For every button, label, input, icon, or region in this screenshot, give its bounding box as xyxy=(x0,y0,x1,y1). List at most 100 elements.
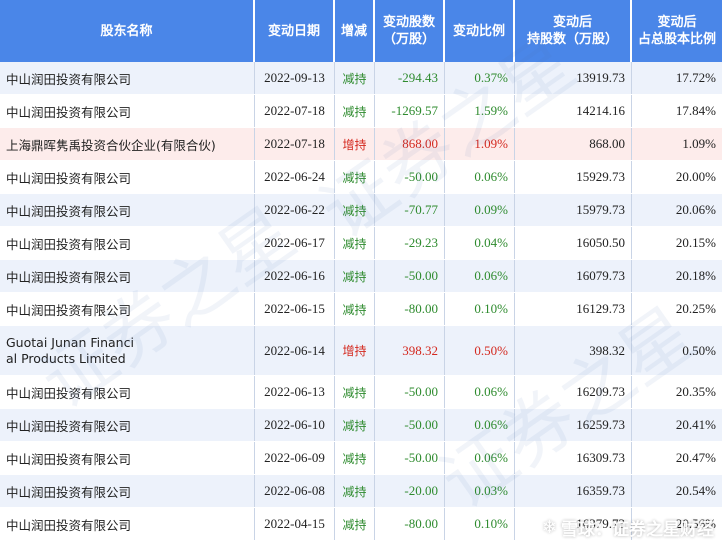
cell-change-ratio: 0.10% xyxy=(445,508,515,540)
cell-change-shares: -80.00 xyxy=(375,508,445,540)
cell-ratio-after: 20.54% xyxy=(675,483,716,498)
header-label: 变动股数 xyxy=(382,15,435,30)
header-ratio-after: 变动后 占总股本比例 xyxy=(632,0,722,62)
cell-shareholder-name: 中山润田投资有限公司 xyxy=(0,293,255,325)
header-label: 股东名称 xyxy=(100,23,153,39)
cell-change-shares: 868.00 xyxy=(375,128,445,160)
cell-change-shares: -50.00 xyxy=(375,161,445,193)
cell-shares-after: 16079.73 xyxy=(515,260,632,292)
cell-ratio-after: 20.41% xyxy=(675,417,716,432)
cell-change-date: 2022-06-17 xyxy=(255,227,335,259)
cell-change-ratio: 0.03% xyxy=(445,475,515,507)
table-row: 中山润田投资有限公司 2022-06-17 减持 -29.23 0.04% 16050.5… xyxy=(0,227,722,260)
table-row: 中山润田投资有限公司 2022-09-13 减持 -294.43 0.37% 13919.… xyxy=(0,62,722,95)
cell-change-ratio: 0.06% xyxy=(445,161,515,193)
cell-change-ratio: 0.06% xyxy=(445,442,515,474)
cell-shareholder-name: 中山润田投资有限公司 xyxy=(0,227,255,259)
cell-change-date: 2022-07-18 xyxy=(255,95,335,127)
table-header: 股东名称 变动日期 增减 变动股数 （万股） 变动比例 变动后 持股数（万股） 变动后 占总股本比… xyxy=(0,0,722,62)
header-label: 变动日期 xyxy=(267,23,320,39)
cell-change-date: 2022-06-15 xyxy=(255,293,335,325)
cell-change-type: 减持 xyxy=(335,409,375,441)
cell-change-date: 2022-06-16 xyxy=(255,260,335,292)
cell-change-ratio: 1.59% xyxy=(445,95,515,127)
cell-change-type: 减持 xyxy=(335,194,375,226)
cell-ratio-after: 20.18% xyxy=(675,268,716,283)
cell-shares-after: 868.00 xyxy=(515,128,632,160)
cell-change-date: 2022-07-18 xyxy=(255,128,335,160)
cell-change-shares: -1269.57 xyxy=(375,95,445,127)
cell-change-type: 减持 xyxy=(335,161,375,193)
cell-shareholder-name: 中山润田投资有限公司 xyxy=(0,409,255,441)
header-label: 增减 xyxy=(340,23,367,39)
cell-change-type: 减持 xyxy=(335,475,375,507)
cell-change-ratio: 0.06% xyxy=(445,376,515,408)
cell-change-date: 2022-06-10 xyxy=(255,409,335,441)
cell-change-date: 2022-06-14 xyxy=(255,326,335,375)
cell-ratio-after: 20.00% xyxy=(675,169,716,184)
table-row: 中山润田投资有限公司 2022-06-22 减持 -70.77 0.09% 15979.7… xyxy=(0,194,722,227)
cell-ratio-after: 20.56% xyxy=(675,516,716,531)
cell-change-date: 2022-06-22 xyxy=(255,194,335,226)
cell-change-shares: -50.00 xyxy=(375,376,445,408)
header-shareholder-name: 股东名称 xyxy=(0,0,255,62)
cell-change-ratio: 0.37% xyxy=(445,62,515,94)
cell-change-date: 2022-06-09 xyxy=(255,442,335,474)
cell-change-shares: -70.77 xyxy=(375,194,445,226)
cell-change-ratio: 0.04% xyxy=(445,227,515,259)
header-change-type: 增减 xyxy=(335,0,375,62)
cell-shareholder-name: 中山润田投资有限公司 xyxy=(0,376,255,408)
table-row: 中山润田投资有限公司 2022-07-18 减持 -1269.57 1.59% 14214… xyxy=(0,95,722,128)
cell-shareholder-name: 中山润田投资有限公司 xyxy=(0,475,255,507)
header-shares-after: 变动后 持股数（万股） xyxy=(515,0,632,62)
cell-change-type: 减持 xyxy=(335,376,375,408)
cell-ratio-after: 20.06% xyxy=(675,202,716,217)
cell-change-date: 2022-06-24 xyxy=(255,161,335,193)
table-row: 中山润田投资有限公司 2022-06-13 减持 -50.00 0.06% 16209.7… xyxy=(0,376,722,409)
cell-change-ratio: 0.06% xyxy=(445,260,515,292)
cell-shareholder-name: 中山润田投资有限公司 xyxy=(0,442,255,474)
header-label: 变动后 xyxy=(552,15,592,30)
header-change-ratio: 变动比例 xyxy=(445,0,515,62)
cell-change-shares: -294.43 xyxy=(375,62,445,94)
cell-ratio-after: 20.47% xyxy=(675,450,716,465)
cell-shareholder-name: 中山润田投资有限公司 xyxy=(0,194,255,226)
cell-change-type: 减持 xyxy=(335,227,375,259)
cell-change-type: 增持 xyxy=(335,326,375,375)
table-row: 中山润田投资有限公司 2022-06-24 减持 -50.00 0.06% 15929.7… xyxy=(0,161,722,194)
cell-change-type: 减持 xyxy=(335,260,375,292)
cell-shares-after: 398.32 xyxy=(515,326,632,375)
table-row: 中山润田投资有限公司 2022-06-09 减持 -50.00 0.06% 16309.7… xyxy=(0,442,722,475)
cell-shares-after: 16359.73 xyxy=(515,475,632,507)
cell-change-type: 增持 xyxy=(335,128,375,160)
table-row: 中山润田投资有限公司 2022-06-08 减持 -20.00 0.03% 16359.7… xyxy=(0,475,722,508)
cell-change-ratio: 0.09% xyxy=(445,194,515,226)
cell-change-shares: -50.00 xyxy=(375,260,445,292)
cell-shareholder-name: 中山润田投资有限公司 xyxy=(0,508,255,540)
cell-shares-after: 16129.73 xyxy=(515,293,632,325)
cell-shares-after: 16209.73 xyxy=(515,376,632,408)
header-label: 占总股本比例 xyxy=(637,32,716,47)
cell-change-type: 减持 xyxy=(335,293,375,325)
cell-change-type: 减持 xyxy=(335,442,375,474)
cell-change-date: 2022-06-08 xyxy=(255,475,335,507)
header-label: 变动比例 xyxy=(452,23,505,39)
cell-shares-after: 16259.73 xyxy=(515,409,632,441)
cell-shareholder-name: 中山润田投资有限公司 xyxy=(0,161,255,193)
cell-ratio-after: 1.09% xyxy=(682,136,716,151)
table-row: Guotai Junan Financi al Products Limited 2… xyxy=(0,326,722,376)
cell-ratio-after: 20.25% xyxy=(675,301,716,316)
cell-change-type: 减持 xyxy=(335,95,375,127)
cell-ratio-after: 0.50% xyxy=(682,342,716,358)
cell-shares-after: 14214.16 xyxy=(515,95,632,127)
cell-change-date: 2022-04-15 xyxy=(255,508,335,540)
cell-change-shares: -50.00 xyxy=(375,442,445,474)
table-body: 中山润田投资有限公司 2022-09-13 减持 -294.43 0.37% 13919.… xyxy=(0,62,722,541)
cell-change-type: 减持 xyxy=(335,508,375,540)
cell-shareholder-name: Guotai Junan Financi al Products Limited xyxy=(0,326,255,375)
table-row: 中山润田投资有限公司 2022-06-10 减持 -50.00 0.06% 16259.7… xyxy=(0,409,722,442)
cell-change-shares: -20.00 xyxy=(375,475,445,507)
cell-change-shares: -50.00 xyxy=(375,409,445,441)
cell-change-shares: -80.00 xyxy=(375,293,445,325)
cell-shares-after: 16379.73 xyxy=(515,508,632,540)
